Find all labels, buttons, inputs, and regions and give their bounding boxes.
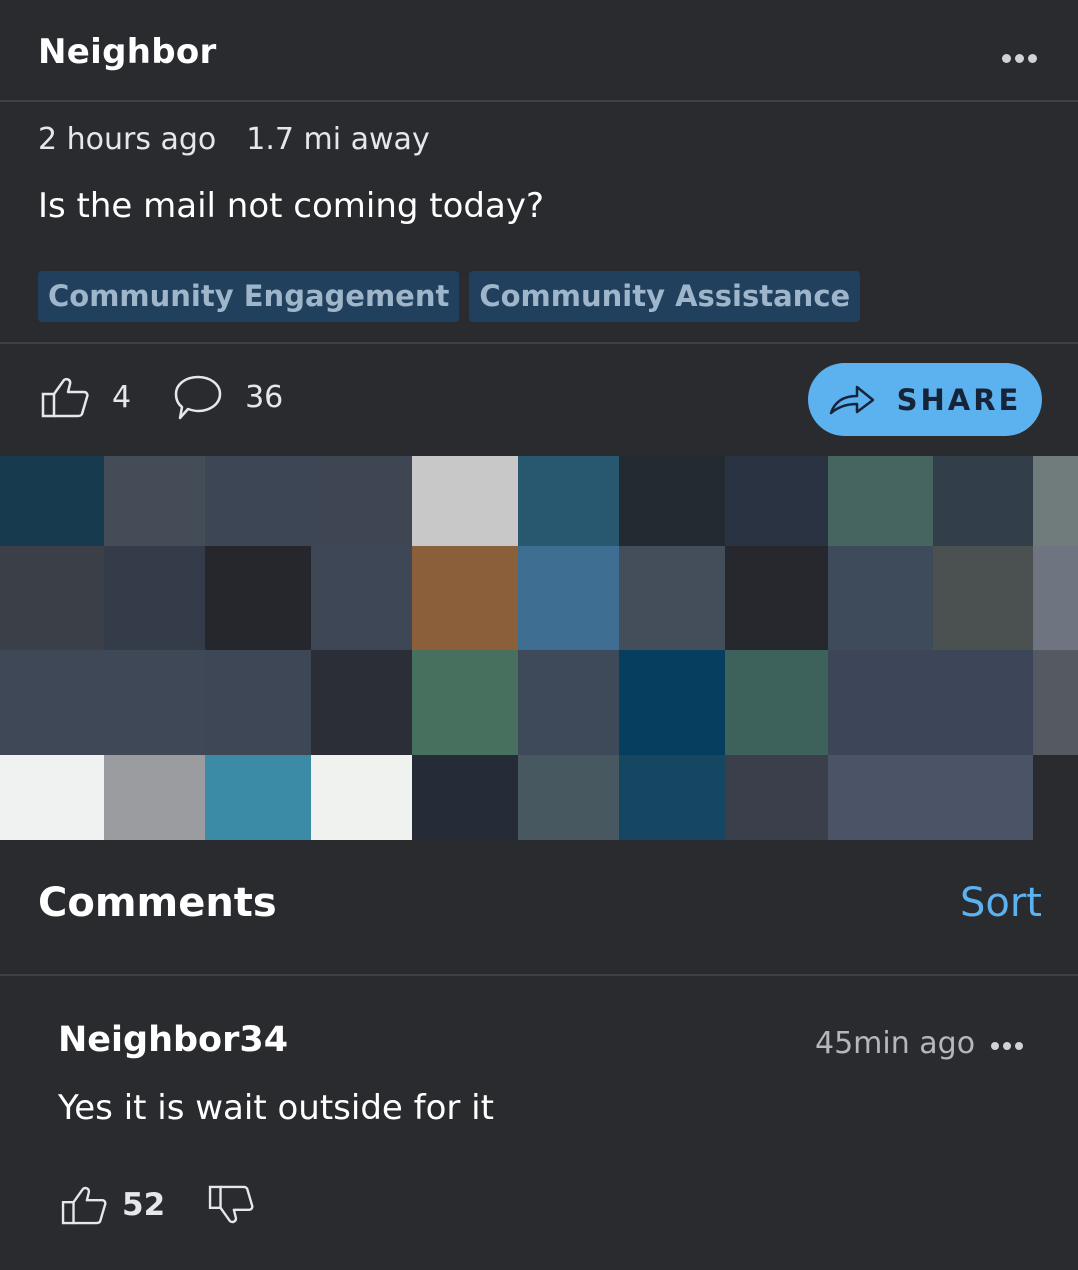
mosaic-cell — [725, 755, 828, 840]
mosaic-cell — [619, 456, 725, 546]
mosaic-cell — [619, 755, 725, 840]
comment-text: Yes it is wait outside for it — [58, 1088, 494, 1128]
mosaic-cell — [725, 546, 828, 650]
mosaic-cell — [725, 456, 828, 546]
like-button[interactable] — [40, 376, 90, 418]
mosaic-cell — [205, 650, 311, 755]
mosaic-cell — [0, 755, 104, 840]
mosaic-cell — [933, 546, 1033, 650]
tags-divider — [0, 342, 1078, 344]
post-distance: 1.7 mi away — [246, 122, 430, 157]
mosaic-cell — [725, 650, 828, 755]
mosaic-cell — [0, 650, 104, 755]
mosaic-cell — [104, 456, 205, 546]
thumbs-down-icon — [208, 1185, 254, 1224]
header-divider — [0, 100, 1078, 102]
mosaic-cell — [412, 650, 518, 755]
mosaic-cell — [828, 755, 933, 840]
mosaic-cell — [104, 755, 205, 840]
more-options-icon[interactable] — [1002, 54, 1037, 63]
mosaic-cell — [828, 456, 933, 546]
mosaic-cell — [619, 546, 725, 650]
comment-button[interactable] — [173, 374, 223, 420]
mosaic-cell — [0, 546, 104, 650]
mosaic-cell — [104, 650, 205, 755]
mosaic-cell — [933, 456, 1033, 546]
mosaic-cell — [518, 456, 619, 546]
share-label: SHARE — [896, 382, 1022, 417]
share-button[interactable]: SHARE — [808, 363, 1042, 436]
comment-author[interactable]: Neighbor34 — [58, 1020, 288, 1060]
tag-community-engagement[interactable]: Community Engagement — [38, 271, 460, 322]
mosaic-cell — [205, 546, 311, 650]
comment-like-button[interactable] — [60, 1185, 108, 1225]
mosaic-cell — [205, 456, 311, 546]
post-meta: 2 hours ago 1.7 mi away — [38, 122, 430, 157]
mosaic-cell — [518, 546, 619, 650]
post-actions: 4 36 — [40, 374, 283, 420]
tag-community-assistance[interactable]: Community Assistance — [469, 271, 861, 322]
mosaic-cell — [518, 650, 619, 755]
comment-count: 36 — [245, 379, 284, 415]
mosaic-cell — [1033, 546, 1078, 650]
mosaic-cell — [518, 755, 619, 840]
mosaic-cell — [1033, 755, 1078, 840]
thumbs-up-icon — [41, 377, 89, 418]
comment-more-options-icon[interactable] — [991, 1042, 1023, 1050]
post-author[interactable]: Neighbor — [38, 32, 217, 72]
mosaic-cell — [619, 650, 725, 755]
comments-divider — [0, 974, 1078, 976]
mosaic-cell — [311, 456, 412, 546]
pixelated-post-image[interactable] — [0, 456, 1078, 840]
post-tags: Community Engagement Community Assistanc… — [38, 271, 861, 322]
mosaic-cell — [933, 755, 1033, 840]
mosaic-cell — [205, 755, 311, 840]
mosaic-cell — [933, 650, 1033, 755]
thumbs-up-icon — [61, 1186, 107, 1225]
sort-button[interactable]: Sort — [960, 880, 1042, 926]
post-time: 2 hours ago — [38, 122, 217, 157]
comments-title: Comments — [38, 880, 277, 926]
like-count: 4 — [112, 379, 132, 415]
mosaic-cell — [828, 650, 933, 755]
mosaic-cell — [104, 546, 205, 650]
comment-actions: 52 — [60, 1185, 255, 1225]
mosaic-cell — [828, 546, 933, 650]
mosaic-cell — [412, 546, 518, 650]
mosaic-cell — [0, 456, 104, 546]
post-text: Is the mail not coming today? — [38, 186, 545, 226]
comment-like-count: 52 — [122, 1187, 166, 1223]
comment-time: 45min ago — [815, 1026, 976, 1061]
share-arrow-icon — [829, 385, 874, 414]
mosaic-cell — [412, 755, 518, 840]
comment-dislike-button[interactable] — [207, 1185, 255, 1225]
mosaic-cell — [1033, 456, 1078, 546]
mosaic-cell — [311, 755, 412, 840]
mosaic-cell — [311, 650, 412, 755]
speech-bubble-icon — [174, 375, 222, 420]
mosaic-cell — [1033, 650, 1078, 755]
mosaic-cell — [311, 546, 412, 650]
mosaic-cell — [412, 456, 518, 546]
